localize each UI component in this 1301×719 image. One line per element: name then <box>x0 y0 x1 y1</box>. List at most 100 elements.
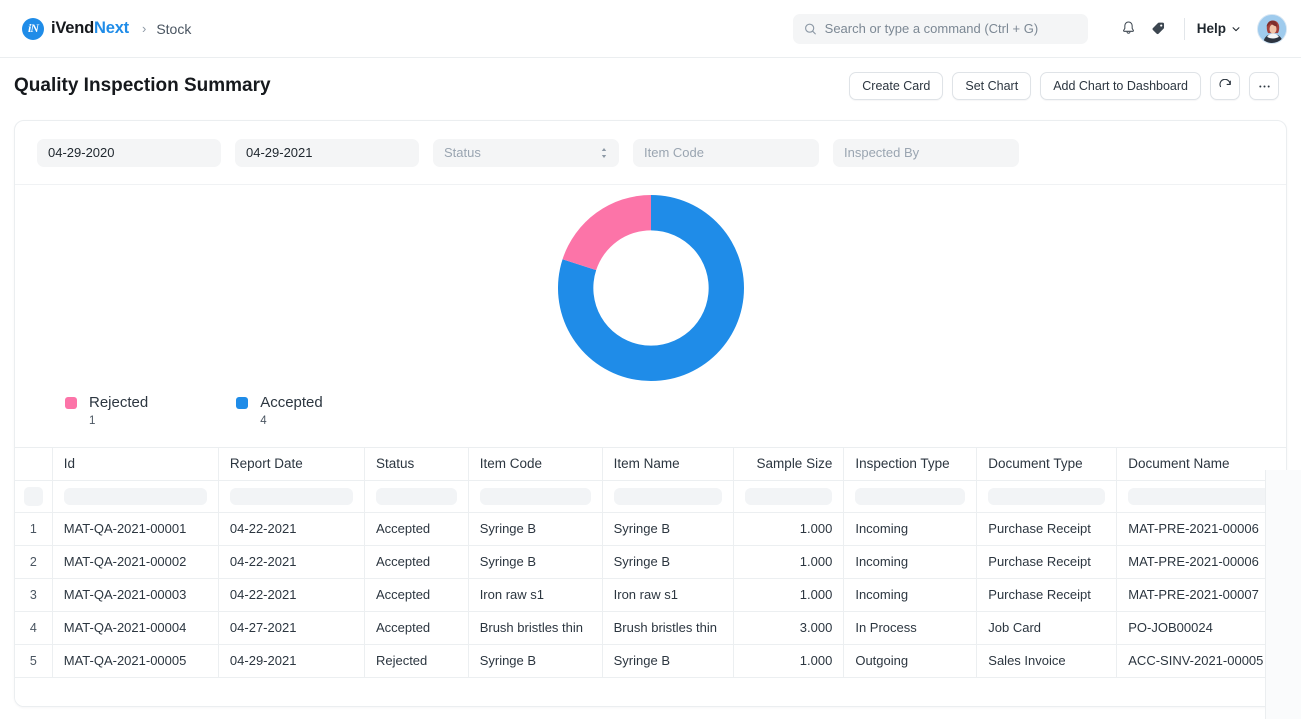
table-row[interactable]: 4 MAT-QA-2021-00004 04-27-2021 Accepted … <box>15 611 1286 645</box>
notifications-button[interactable] <box>1114 14 1144 44</box>
search-input[interactable] <box>824 21 1077 36</box>
cell-document-type[interactable]: Purchase Receipt <box>976 512 1118 546</box>
to-date-filter[interactable]: 04-29-2021 <box>235 138 419 167</box>
filter-input-document-type[interactable] <box>988 487 1106 505</box>
brand[interactable]: iN iVendNext <box>22 17 129 40</box>
filter-input-sample-size[interactable] <box>744 487 833 505</box>
filter-input-report-date[interactable] <box>229 487 353 505</box>
cell-document-name[interactable]: MAT-PRE-2021-00006 <box>1116 545 1286 579</box>
legend-item-accepted[interactable]: Accepted 4 <box>236 394 323 427</box>
cell-inspection-type[interactable]: Incoming <box>843 578 978 612</box>
cell-report-date[interactable]: 04-22-2021 <box>218 545 365 579</box>
header-report-date[interactable]: Report Date <box>218 448 365 481</box>
inspected-by-filter[interactable]: Inspected By <box>833 138 1019 167</box>
table-row[interactable]: 2 MAT-QA-2021-00002 04-22-2021 Accepted … <box>15 545 1286 579</box>
select-all-checkbox[interactable] <box>23 486 43 506</box>
cell-document-name[interactable]: ACC-SINV-2021-00005 <box>1116 644 1286 678</box>
cell-document-type[interactable]: Sales Invoice <box>976 644 1118 678</box>
table-row[interactable]: 1 MAT-QA-2021-00001 04-22-2021 Accepted … <box>15 512 1286 546</box>
cell-document-name[interactable]: MAT-PRE-2021-00006 <box>1116 512 1286 546</box>
cell-id[interactable]: MAT-QA-2021-00004 <box>52 611 219 645</box>
cell-item-code[interactable]: Brush bristles thin <box>468 611 603 645</box>
cell-report-date[interactable]: 04-27-2021 <box>218 611 365 645</box>
table-row[interactable]: 5 MAT-QA-2021-00005 04-29-2021 Rejected … <box>15 644 1286 678</box>
cell-inspection-type[interactable]: Incoming <box>843 512 978 546</box>
cell-status[interactable]: Accepted <box>364 611 469 645</box>
add-chart-to-dashboard-button[interactable]: Add Chart to Dashboard <box>1040 72 1201 100</box>
cell-document-type[interactable]: Purchase Receipt <box>976 545 1118 579</box>
filter-cell-document-type[interactable] <box>976 480 1118 513</box>
avatar[interactable] <box>1257 13 1287 44</box>
cell-item-name[interactable]: Syringe B <box>602 545 734 579</box>
cell-report-date[interactable]: 04-29-2021 <box>218 644 365 678</box>
breadcrumb-stock[interactable]: Stock <box>156 21 191 37</box>
cell-inspection-type[interactable]: Outgoing <box>843 644 978 678</box>
cell-id[interactable]: MAT-QA-2021-00003 <box>52 578 219 612</box>
cell-item-code[interactable]: Syringe B <box>468 545 603 579</box>
legend-item-rejected[interactable]: Rejected 1 <box>65 394 148 427</box>
filter-input-id[interactable] <box>63 487 207 505</box>
cell-document-type[interactable]: Purchase Receipt <box>976 578 1118 612</box>
filter-cell-id[interactable] <box>52 480 219 513</box>
filter-cell-sample-size[interactable] <box>733 480 845 513</box>
cell-sample-size[interactable]: 1.000 <box>733 545 845 579</box>
filter-cell-report-date[interactable] <box>218 480 365 513</box>
cell-id[interactable]: MAT-QA-2021-00002 <box>52 545 219 579</box>
table-row[interactable]: 3 MAT-QA-2021-00003 04-22-2021 Accepted … <box>15 578 1286 612</box>
help-menu[interactable]: Help <box>1197 21 1241 36</box>
filter-input-item-name[interactable] <box>613 487 722 505</box>
header-item-name[interactable]: Item Name <box>602 448 734 481</box>
cell-status[interactable]: Accepted <box>364 578 469 612</box>
filter-cell-item-code[interactable] <box>468 480 603 513</box>
cell-document-type[interactable]: Job Card <box>976 611 1118 645</box>
cell-sample-size[interactable]: 3.000 <box>733 611 845 645</box>
filter-cell-inspection-type[interactable] <box>843 480 978 513</box>
cell-inspection-type[interactable]: Incoming <box>843 545 978 579</box>
filter-input-item-code[interactable] <box>479 487 591 505</box>
header-inspection-type[interactable]: Inspection Type <box>843 448 978 481</box>
header-status[interactable]: Status <box>364 448 469 481</box>
header-sample-size[interactable]: Sample Size <box>733 448 845 481</box>
cell-status[interactable]: Rejected <box>364 644 469 678</box>
more-options-button[interactable] <box>1249 72 1279 100</box>
cell-id[interactable]: MAT-QA-2021-00005 <box>52 644 219 678</box>
create-card-button[interactable]: Create Card <box>849 72 944 100</box>
cell-item-name[interactable]: Syringe B <box>602 644 734 678</box>
select-all-cell[interactable] <box>15 480 53 513</box>
header-document-name[interactable]: Document Name <box>1116 448 1286 481</box>
cell-sample-size[interactable]: 1.000 <box>733 512 845 546</box>
global-search[interactable] <box>792 13 1088 44</box>
from-date-filter[interactable]: 04-29-2020 <box>37 138 221 167</box>
donut-segment-rejected[interactable] <box>562 195 651 271</box>
header-id[interactable]: Id <box>52 448 219 481</box>
filter-input-document-name[interactable] <box>1128 487 1286 505</box>
header-item-code[interactable]: Item Code <box>468 448 603 481</box>
cell-item-name[interactable]: Brush bristles thin <box>602 611 734 645</box>
set-chart-button[interactable]: Set Chart <box>952 72 1032 100</box>
header-document-type[interactable]: Document Type <box>976 448 1118 481</box>
cell-item-code[interactable]: Syringe B <box>468 512 603 546</box>
cell-status[interactable]: Accepted <box>364 512 469 546</box>
cell-report-date[interactable]: 04-22-2021 <box>218 512 365 546</box>
cell-sample-size[interactable]: 1.000 <box>733 578 845 612</box>
cell-id[interactable]: MAT-QA-2021-00001 <box>52 512 219 546</box>
filter-input-inspection-type[interactable] <box>855 487 966 505</box>
filter-cell-document-name[interactable] <box>1116 480 1286 513</box>
status-filter[interactable]: Status <box>433 138 619 167</box>
cell-item-code[interactable]: Iron raw s1 <box>468 578 603 612</box>
tag-button[interactable] <box>1144 14 1174 44</box>
cell-inspection-type[interactable]: In Process <box>843 611 978 645</box>
cell-status[interactable]: Accepted <box>364 545 469 579</box>
filter-cell-item-name[interactable] <box>602 480 734 513</box>
refresh-button[interactable] <box>1210 72 1240 100</box>
cell-sample-size[interactable]: 1.000 <box>733 644 845 678</box>
cell-item-code[interactable]: Syringe B <box>468 644 603 678</box>
cell-document-name[interactable]: PO-JOB00024 <box>1116 611 1286 645</box>
results-table-container[interactable]: Id Report Date Status Item Code Item Nam… <box>15 447 1286 706</box>
cell-item-name[interactable]: Syringe B <box>602 512 734 546</box>
cell-report-date[interactable]: 04-22-2021 <box>218 578 365 612</box>
cell-item-name[interactable]: Iron raw s1 <box>602 578 734 612</box>
filter-input-status[interactable] <box>375 487 457 505</box>
cell-document-name[interactable]: MAT-PRE-2021-00007 <box>1116 578 1286 612</box>
filter-cell-status[interactable] <box>364 480 469 513</box>
